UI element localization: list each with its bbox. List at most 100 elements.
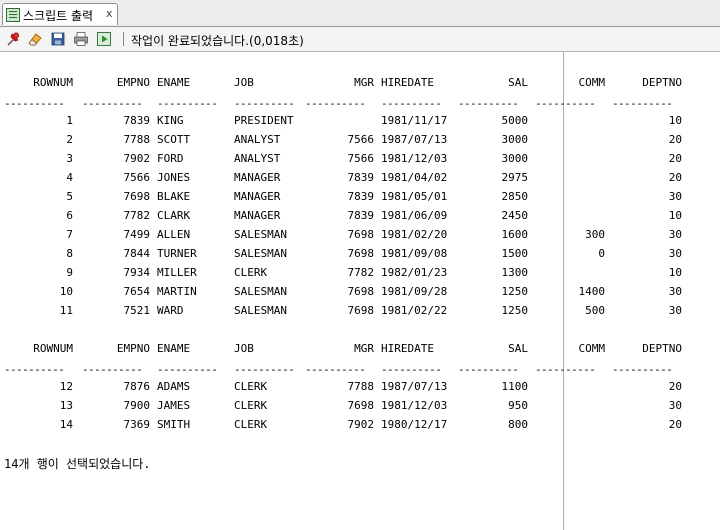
dash-separator: ---------- [234,97,295,110]
cell-deptno: 20 [668,418,682,431]
table-row: 12 7876 ADAMS CLERK 7788 1987/07/13 1100 20 [0,378,720,397]
tab-bar: 스크립트 출력 x [0,0,720,27]
table-row: 8 7844 TURNER SALESMAN 7698 1981/09/08 1500 0 30 [0,245,720,264]
cell-rownum: 11 [59,304,73,317]
save-icon[interactable] [50,31,66,47]
cell-rownum: 3 [66,152,73,165]
cell-sal: 2450 [501,209,529,222]
table-row: 6 7782 CLARK MANAGER 7839 1981/06/09 2450 10 [0,207,720,226]
cell-mgr: 7839 [347,190,375,203]
cell-empno: 7902 [123,152,151,165]
pin-icon[interactable] [5,31,21,47]
dash-separator: ---------- [305,363,366,376]
cell-ename: ENAME [157,76,191,89]
cell-deptno: 30 [668,285,682,298]
print-icon[interactable] [73,31,89,47]
cell-mgr: 7839 [347,209,375,222]
cell-job: SALESMAN [234,228,287,241]
cell-rownum: 6 [66,209,73,222]
cell-mgr: 7839 [347,171,375,184]
cell-rownum: ROWNUM [33,76,73,89]
column-header-row: ROWNUM EMPNO ENAME JOB MGR HIREDATE SAL COMM DEP… [0,74,720,93]
cell-hiredate: 1987/07/13 [381,380,448,393]
cell-comm: COMM [578,342,606,355]
cell-rownum: 14 [59,418,73,431]
cell-ename: MARTIN [157,285,197,298]
cell-hiredate: HIREDATE [381,342,434,355]
cell-job: ANALYST [234,152,281,165]
header-separator-row: ---------- ---------- ---------- ----------… [0,359,720,378]
header-separator-row: ---------- ---------- ---------- ----------… [0,93,720,112]
cell-hiredate: 1981/12/03 [381,399,448,412]
cell-deptno: 10 [668,266,682,279]
cell-rownum: 13 [59,399,73,412]
cell-ename: TURNER [157,247,197,260]
cell-rownum: ROWNUM [33,342,73,355]
cell-hiredate: 1981/09/08 [381,247,448,260]
cell-deptno: 20 [668,133,682,146]
close-icon[interactable]: x [106,7,113,20]
cell-job: JOB [234,342,254,355]
cell-ename: JONES [157,171,191,184]
cell-sal: 1600 [501,228,529,241]
cell-deptno: 20 [668,152,682,165]
tab-script-output[interactable]: 스크립트 출력 x [2,3,118,25]
table-row: 11 7521 WARD SALESMAN 7698 1981/02/22 1250 500 3… [0,302,720,321]
cell-comm: 0 [598,247,605,260]
status-text: 작업이 완료되었습니다.(0,018초) [131,34,304,48]
cell-empno: 7788 [123,133,151,146]
cell-ename: SCOTT [157,133,191,146]
cell-ename: ENAME [157,342,191,355]
dash-separator: ---------- [458,363,519,376]
cell-deptno: DEPTNO [642,342,682,355]
cell-job: CLERK [234,380,268,393]
run-script-icon[interactable] [96,31,112,47]
cell-hiredate: 1981/12/03 [381,152,448,165]
cell-mgr: 7902 [347,418,375,431]
cell-sal: 1250 [501,304,529,317]
cell-mgr: MGR [354,342,374,355]
cell-sal: 5000 [501,114,529,127]
cell-comm: COMM [578,76,606,89]
cell-deptno: 30 [668,399,682,412]
cell-hiredate: 1982/01/23 [381,266,448,279]
cell-job: MANAGER [234,190,281,203]
cell-empno: 7698 [123,190,151,203]
cell-hiredate: 1981/06/09 [381,209,448,222]
cell-ename: SMITH [157,418,191,431]
cell-sal: 2850 [501,190,529,203]
cell-mgr: 7698 [347,285,375,298]
eraser-icon[interactable] [27,31,43,47]
cell-ename: ALLEN [157,228,191,241]
cell-deptno: 30 [668,190,682,203]
cell-comm: 300 [585,228,605,241]
cell-mgr: 7566 [347,133,375,146]
cell-mgr: 7782 [347,266,375,279]
cell-empno: EMPNO [116,76,150,89]
cell-hiredate: 1981/02/22 [381,304,448,317]
cell-deptno: 20 [668,171,682,184]
cell-rownum: 9 [66,266,73,279]
cell-comm: 1400 [578,285,606,298]
cell-job: CLERK [234,418,268,431]
dash-separator: ---------- [234,363,295,376]
cell-hiredate: 1981/05/01 [381,190,448,203]
cell-empno: 7521 [123,304,151,317]
dash-separator: ---------- [381,363,442,376]
cell-ename: JAMES [157,399,191,412]
cell-mgr: 7698 [347,247,375,260]
cell-sal: 800 [508,418,528,431]
dash-separator: ---------- [4,97,65,110]
dash-separator: ---------- [82,97,143,110]
table-row: 4 7566 JONES MANAGER 7839 1981/04/02 2975 20 [0,169,720,188]
cell-mgr: 7698 [347,228,375,241]
cell-ename: FORD [157,152,184,165]
cell-sal: SAL [508,342,528,355]
cell-sal: 1500 [501,247,529,260]
cell-empno: 7566 [123,171,151,184]
cell-empno: 7844 [123,247,151,260]
cell-hiredate: 1987/07/13 [381,133,448,146]
dash-separator: ---------- [157,97,218,110]
table-row: 10 7654 MARTIN SALESMAN 7698 1981/09/28 1250 14… [0,283,720,302]
column-header-row: ROWNUM EMPNO ENAME JOB MGR HIREDATE SAL COMM DEP… [0,340,720,359]
